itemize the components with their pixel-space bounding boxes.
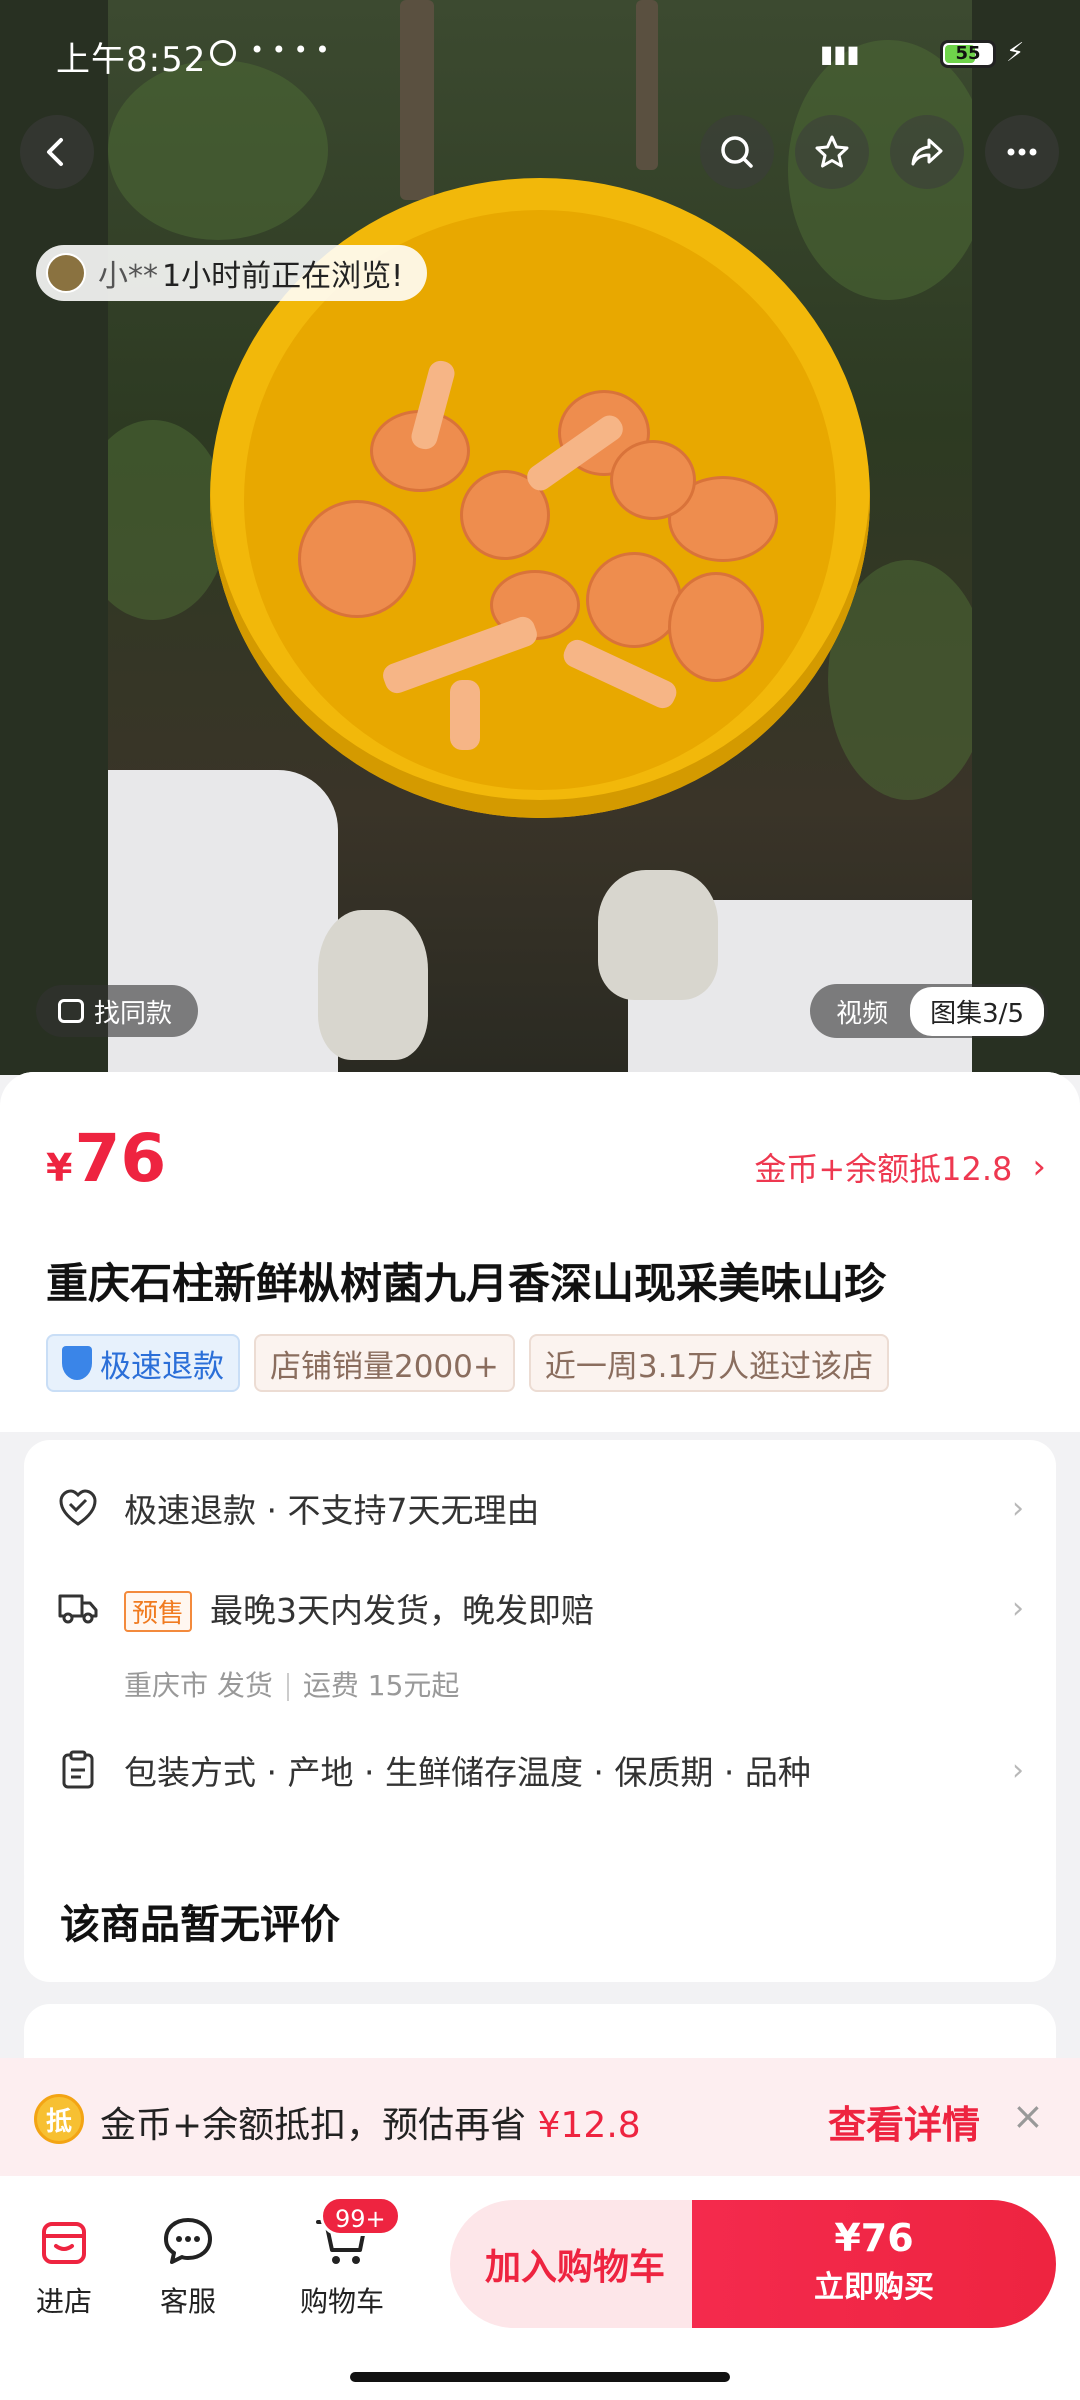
mushroom-cap [610, 440, 696, 520]
ship-from: 重庆市 发货 [124, 1669, 273, 1702]
chevron-right-icon: › [1012, 1490, 1024, 1526]
buy-now-button[interactable]: ¥76 立即购买 [692, 2200, 1056, 2328]
tag-store-visits[interactable]: 近一周3.1万人逛过该店 [528, 1334, 890, 1392]
more-button[interactable] [985, 115, 1059, 189]
tab-album[interactable]: 图集3/5 [910, 986, 1044, 1036]
price-block: ¥ 76 金币+余额抵12.8 › 重庆石柱新鲜枞树菌九月香深山现采美味山珍 极… [0, 1072, 1080, 1432]
shoe-right [598, 870, 718, 1000]
chevron-right-icon: › [1012, 1752, 1024, 1788]
freight: 运费 15元起 [302, 1669, 460, 1702]
heart-shield-icon [59, 1489, 97, 1526]
store-icon [42, 2222, 86, 2264]
close-icon[interactable]: × [1012, 2094, 1044, 2138]
refund-row[interactable]: 极速退款 · 不支持7天无理由 › [24, 1468, 1056, 1548]
presale-badge: 预售 [124, 1591, 193, 1632]
divider [286, 1673, 289, 1701]
coupon-text: 金币+余额抵扣，预估再省 ¥12.8 [100, 2096, 641, 2148]
tag-label: 极速退款 [100, 1348, 224, 1385]
shipping-promise: 最晚3天内发货，晚发即赔 [210, 1591, 595, 1630]
product-price: ¥ 76 [46, 1120, 166, 1197]
cart-label: 购物车 [299, 2285, 384, 2318]
bottom-action-bar: 进店 客服 购物车 99+ 加入购物车 ¥76 立即购买 [0, 2176, 1080, 2400]
price-amount: 76 [74, 1120, 167, 1197]
store-label: 进店 [35, 2285, 92, 2318]
product-title: 重庆石柱新鲜枞树菌九月香深山现采美味山珍 [46, 1259, 887, 1308]
media-tabs: 视频 图集3/5 [810, 984, 1048, 1038]
cart-count-badge: 99+ [320, 2196, 401, 2236]
coupon-desc: 金币+余额抵扣，预估再省 [100, 2105, 538, 2146]
deduct-link[interactable]: 金币+余额抵12.8 › [754, 1144, 1046, 1190]
chat-icon [164, 2218, 212, 2264]
tag-label: 店铺销量2000+ [270, 1348, 499, 1385]
notification-icons: • • • • [250, 36, 330, 64]
store-button[interactable]: 进店 [4, 2214, 124, 2320]
find-same-label: 找同款 [94, 998, 173, 1029]
refund-text: 极速退款 · 不支持7天无理由 [124, 1491, 540, 1530]
deduct-text: 金币+余额抵12.8 [754, 1150, 1013, 1188]
params-row[interactable]: 包装方式 · 产地 · 生鲜储存温度 · 保质期 · 品种 › [24, 1730, 1056, 1810]
share-button[interactable] [890, 115, 964, 189]
browse-user-name: 小** [98, 259, 158, 294]
status-time: 上午8:52 [56, 40, 207, 80]
tag-label: 近一周3.1万人逛过该店 [544, 1348, 874, 1385]
back-button[interactable] [20, 115, 94, 189]
tab-video[interactable]: 视频 [814, 993, 910, 1030]
mushroom-cap [298, 500, 416, 618]
reviews-title: 该商品暂无评价 [60, 1902, 340, 1948]
status-bar: 上午8:52 • • • • ▮▮▮ 55 ⚡ [0, 0, 1080, 110]
scan-icon [58, 999, 84, 1023]
shoe-left [318, 910, 428, 1060]
search-button[interactable] [700, 115, 774, 189]
shipping-row[interactable]: 预售 最晚3天内发货，晚发即赔 › [24, 1568, 1056, 1648]
charging-icon: ⚡ [1006, 38, 1025, 68]
browse-text: 1小时前正在浏览! [162, 259, 404, 294]
battery-icon: 55 [940, 40, 996, 68]
signal-icon: ▮▮▮ [820, 40, 860, 68]
battery-level: 55 [955, 43, 981, 64]
home-indicator[interactable] [350, 2372, 730, 2382]
coupon-amount: ¥12.8 [537, 2105, 641, 2146]
view-details-link[interactable]: 查看详情 [828, 2094, 980, 2149]
chevron-right-icon: › [1012, 1590, 1024, 1626]
tag-fast-refund[interactable]: 极速退款 [46, 1334, 240, 1392]
reviews-card[interactable]: 该商品暂无评价 [24, 1854, 1056, 1982]
favorite-button[interactable] [795, 115, 869, 189]
search-icon [721, 136, 753, 168]
share-icon [911, 138, 943, 166]
mushroom-cap [668, 572, 764, 682]
truck-icon [58, 1594, 98, 1624]
buy-now-label: 立即购买 [814, 2270, 934, 2305]
customer-service-button[interactable]: 客服 [128, 2214, 248, 2320]
service-card: 极速退款 · 不支持7天无理由 › 预售 最晚3天内发货，晚发即赔 › 重庆市 发… [24, 1440, 1056, 1900]
browse-notice: 小** 1小时前正在浏览! [36, 245, 428, 301]
chevron-left-icon [47, 138, 63, 166]
star-icon [815, 135, 849, 168]
product-tags: 极速退款 店铺销量2000+ 近一周3.1万人逛过该店 [46, 1334, 890, 1392]
mushroom-stem [450, 680, 480, 750]
more-icon [1007, 148, 1037, 156]
buy-price: ¥76 [834, 2216, 914, 2260]
product-page: 上午8:52 • • • • ▮▮▮ 55 ⚡ 小** 1小时前正在浏览! 找同… [0, 0, 1080, 2400]
add-to-cart-button[interactable]: 加入购物车 [450, 2200, 700, 2328]
params-text: 包装方式 · 产地 · 生鲜储存温度 · 保质期 · 品种 [124, 1753, 811, 1792]
alarm-clock-icon [210, 40, 236, 66]
coin-icon: 抵 [34, 2094, 84, 2144]
clipboard-icon [62, 1750, 94, 1789]
shipping-sub: 重庆市 发货 运费 15元起 [124, 1664, 459, 1704]
tag-store-sales[interactable]: 店铺销量2000+ [254, 1334, 515, 1392]
shipping-text: 预售 最晚3天内发货，晚发即赔 [124, 1584, 594, 1632]
avatar [46, 253, 86, 293]
chevron-right-icon: › [1032, 1147, 1046, 1187]
currency-symbol: ¥ [46, 1146, 73, 1190]
find-same-button[interactable]: 找同款 [36, 985, 199, 1037]
shield-icon [62, 1346, 92, 1380]
service-label: 客服 [159, 2285, 216, 2318]
coupon-bar: 抵 金币+余额抵扣，预估再省 ¥12.8 查看详情 × [0, 2058, 1080, 2176]
